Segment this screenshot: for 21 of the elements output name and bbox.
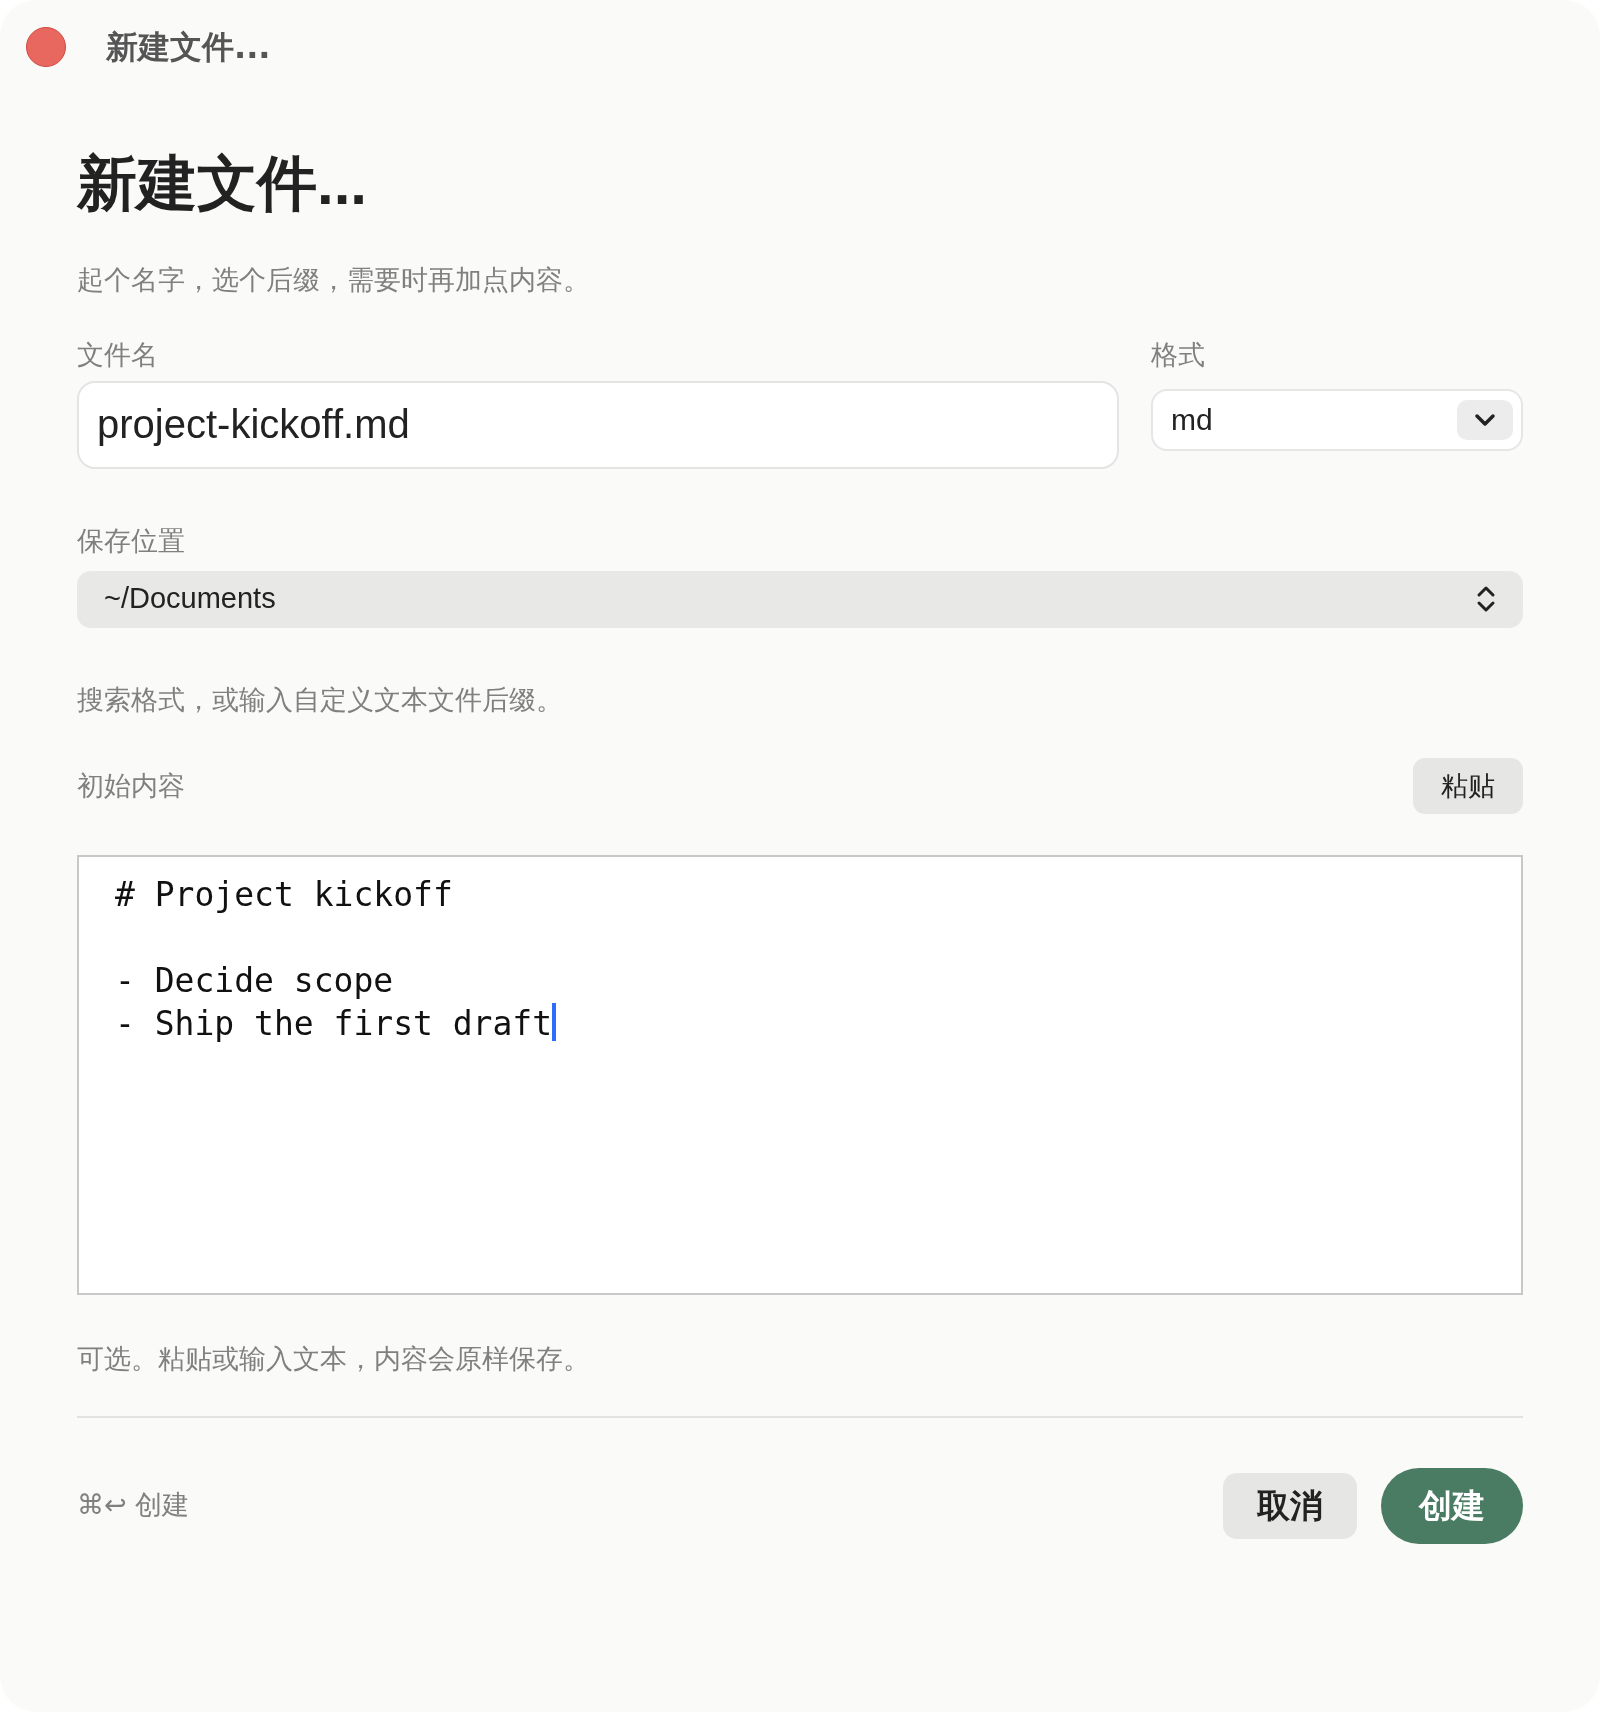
cancel-button[interactable]: 取消 xyxy=(1223,1472,1357,1539)
window-title: 新建文件... xyxy=(106,27,271,68)
dialog-heading: 新建文件... xyxy=(77,149,368,219)
filename-input[interactable]: project-kickoff.md xyxy=(77,380,1119,469)
field-label: 保存位置 xyxy=(77,524,186,558)
format-select[interactable]: md xyxy=(1151,388,1523,451)
up-down-chevron-icon xyxy=(1476,585,1496,613)
create-button[interactable]: 创建 xyxy=(1381,1467,1523,1544)
field-label: 格式 xyxy=(1151,338,1206,372)
field-label: 文件名 xyxy=(77,338,159,372)
location-select[interactable]: ~/Documents xyxy=(77,570,1523,628)
paste-button[interactable]: 粘贴 xyxy=(1413,758,1523,814)
hint-text: 搜索格式，或输入自定义文本文件后缀。 xyxy=(77,683,564,717)
dialog-subtitle: 起个名字，选个后缀，需要时再加点内容。 xyxy=(77,264,591,297)
close-icon[interactable] xyxy=(26,27,66,67)
field-label: 初始内容 xyxy=(77,769,185,803)
content-editor[interactable]: # Project kickoff - Decide scope - Ship the first draft xyxy=(77,855,1523,1295)
chevron-down-icon xyxy=(1457,399,1513,440)
shortcut-hint: ⌘↩ 创建 xyxy=(77,1488,190,1523)
hint-text: 可选。粘贴或输入文本，内容会原样保存。 xyxy=(77,1343,591,1376)
text-cursor xyxy=(552,1003,557,1041)
